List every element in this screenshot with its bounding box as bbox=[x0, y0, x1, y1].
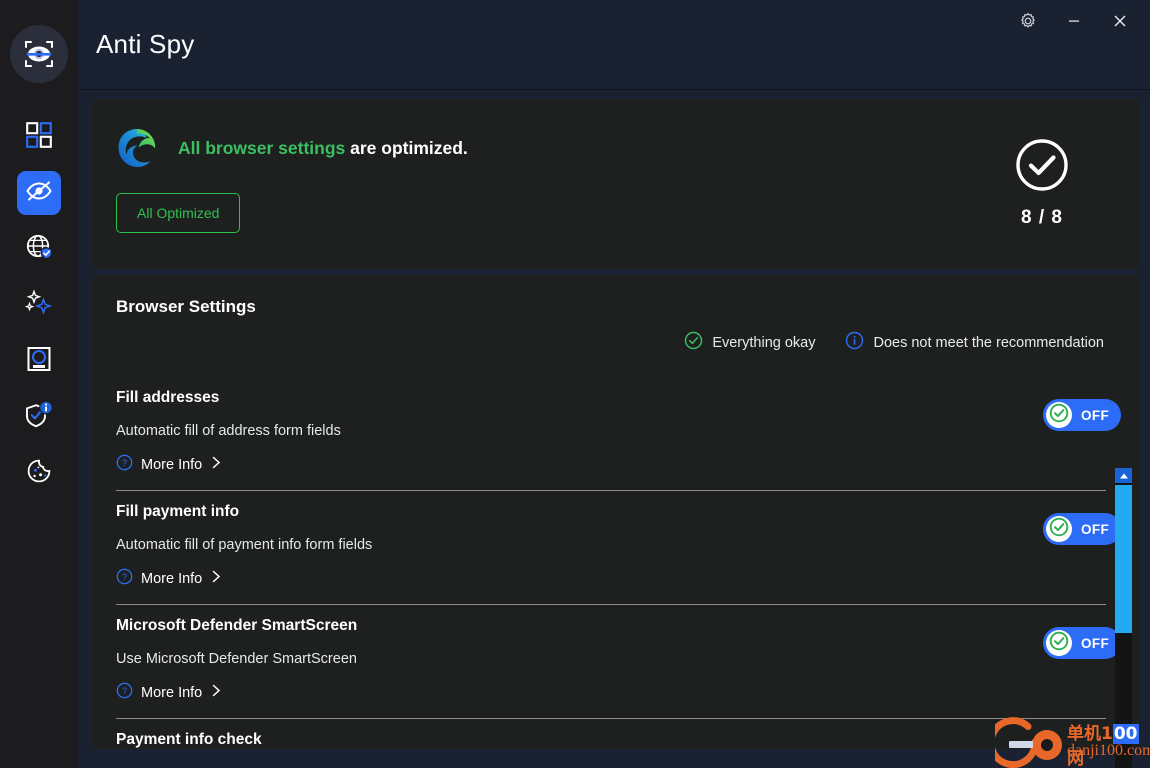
check-circle-icon bbox=[1014, 139, 1070, 197]
check-circle-outline-icon bbox=[684, 331, 703, 355]
setting-row: Fill addresses Automatic fill of address… bbox=[116, 377, 1121, 491]
section-title: Browser Settings bbox=[116, 297, 256, 316]
minimize-icon bbox=[1066, 13, 1082, 34]
question-circle-icon: ? bbox=[116, 682, 133, 704]
check-circle-icon bbox=[1048, 630, 1070, 657]
window-controls bbox=[1008, 6, 1140, 40]
more-info-label: More Info bbox=[141, 685, 203, 701]
cookie-icon bbox=[26, 458, 52, 489]
svg-text:?: ? bbox=[122, 458, 127, 468]
more-info-link[interactable]: ? More Info bbox=[116, 454, 1106, 476]
setting-title: Payment info check bbox=[116, 731, 262, 748]
sparkles-icon bbox=[24, 288, 53, 322]
chevron-right-icon bbox=[210, 455, 223, 475]
status-headline-rest: are optimized. bbox=[345, 137, 468, 158]
question-circle-icon: ? bbox=[116, 568, 133, 590]
setting-row: Microsoft Defender SmartScreen Use Micro… bbox=[116, 605, 1121, 719]
setting-description: Automatic fill of address form fields bbox=[116, 423, 341, 439]
close-icon bbox=[1112, 13, 1128, 34]
gear-icon bbox=[1019, 12, 1037, 35]
eye-slash-icon bbox=[25, 177, 53, 210]
sidebar-item-cookies[interactable] bbox=[17, 451, 61, 495]
more-info-label: More Info bbox=[141, 457, 203, 473]
settings-button[interactable] bbox=[1008, 6, 1048, 40]
legend-item-warn: Does not meet the recommendation bbox=[845, 331, 1104, 355]
score-value: 8 / 8 bbox=[1021, 207, 1063, 228]
main-area: Anti Spy All browser settings are optimi… bbox=[78, 0, 1150, 768]
more-info-link[interactable]: ? More Info bbox=[116, 682, 1106, 704]
toggle-state-label: OFF bbox=[1081, 407, 1110, 423]
legend-label-ok: Everything okay bbox=[712, 335, 816, 351]
shield-check-info-icon bbox=[24, 400, 54, 435]
sidebar-item-cleaner[interactable] bbox=[17, 283, 61, 327]
content-area: All browser settings are optimized. All … bbox=[78, 90, 1150, 768]
setting-title: Microsoft Defender SmartScreen bbox=[116, 617, 358, 634]
svg-text:?: ? bbox=[122, 686, 127, 696]
setting-toggle[interactable]: OFF bbox=[1043, 627, 1121, 659]
sidebar bbox=[0, 0, 78, 768]
setting-row: Fill payment info Automatic fill of paym… bbox=[116, 491, 1121, 605]
globe-shield-icon bbox=[25, 233, 53, 266]
info-circle-outline-icon bbox=[845, 331, 864, 355]
setting-description: Automatic fill of payment info form fiel… bbox=[116, 537, 373, 553]
status-headline-row: All browser settings are optimized. bbox=[116, 127, 1106, 169]
browser-settings-card: Browser Settings Everything okay Does no… bbox=[92, 275, 1140, 749]
score-block: 8 / 8 bbox=[992, 137, 1092, 229]
legend-label-warn: Does not meet the recommendation bbox=[873, 335, 1104, 351]
minimize-button[interactable] bbox=[1054, 6, 1094, 40]
triangle-up-icon bbox=[1119, 467, 1129, 485]
setting-row: Payment info check bbox=[116, 719, 1106, 749]
status-headline: All browser settings are optimized. bbox=[178, 138, 468, 159]
close-button[interactable] bbox=[1100, 6, 1140, 40]
chevron-right-icon bbox=[210, 569, 223, 589]
sidebar-item-drive[interactable] bbox=[17, 339, 61, 383]
grid-squares-icon bbox=[26, 121, 52, 153]
eye-scan-icon bbox=[10, 25, 68, 83]
legend: Everything okay Does not meet the recomm… bbox=[116, 331, 1140, 355]
hard-drive-icon bbox=[26, 346, 52, 377]
setting-title: Fill payment info bbox=[116, 503, 240, 520]
status-card: All browser settings are optimized. All … bbox=[92, 99, 1140, 269]
more-info-label: More Info bbox=[141, 571, 203, 587]
all-optimized-button[interactable]: All Optimized bbox=[116, 193, 241, 233]
app-window: Anti Spy All browser settings are optimi… bbox=[0, 0, 1150, 768]
sidebar-item-protection[interactable] bbox=[17, 395, 61, 439]
more-info-link[interactable]: ? More Info bbox=[116, 568, 1106, 590]
check-circle-icon bbox=[1048, 402, 1070, 429]
toggle-state-label: OFF bbox=[1081, 635, 1110, 651]
sidebar-item-browser-privacy[interactable] bbox=[17, 227, 61, 271]
app-logo bbox=[10, 25, 68, 83]
settings-list: Fill addresses Automatic fill of address… bbox=[116, 377, 1121, 749]
setting-toggle[interactable]: OFF bbox=[1043, 513, 1121, 545]
edge-browser-icon bbox=[116, 127, 158, 169]
toggle-knob bbox=[1046, 402, 1072, 428]
chevron-right-icon bbox=[210, 683, 223, 703]
toggle-state-label: OFF bbox=[1081, 521, 1110, 537]
toggle-knob bbox=[1046, 516, 1072, 542]
setting-title: Fill addresses bbox=[116, 389, 220, 406]
question-circle-icon: ? bbox=[116, 454, 133, 476]
svg-text:?: ? bbox=[122, 572, 127, 582]
check-circle-icon bbox=[1048, 516, 1070, 543]
legend-item-ok: Everything okay bbox=[684, 331, 815, 355]
scrollbar-thumb[interactable] bbox=[1115, 485, 1132, 633]
toggle-knob bbox=[1046, 630, 1072, 656]
vertical-scrollbar[interactable] bbox=[1115, 468, 1132, 768]
title-bar: Anti Spy bbox=[78, 0, 1150, 90]
sidebar-item-dashboard[interactable] bbox=[17, 115, 61, 159]
scroll-up-button[interactable] bbox=[1115, 468, 1132, 483]
setting-toggle[interactable]: OFF bbox=[1043, 399, 1121, 431]
sidebar-item-anti-spy[interactable] bbox=[17, 171, 61, 215]
page-title: Anti Spy bbox=[96, 29, 195, 59]
setting-description: Use Microsoft Defender SmartScreen bbox=[116, 651, 357, 667]
status-headline-green: All browser settings bbox=[178, 137, 346, 158]
